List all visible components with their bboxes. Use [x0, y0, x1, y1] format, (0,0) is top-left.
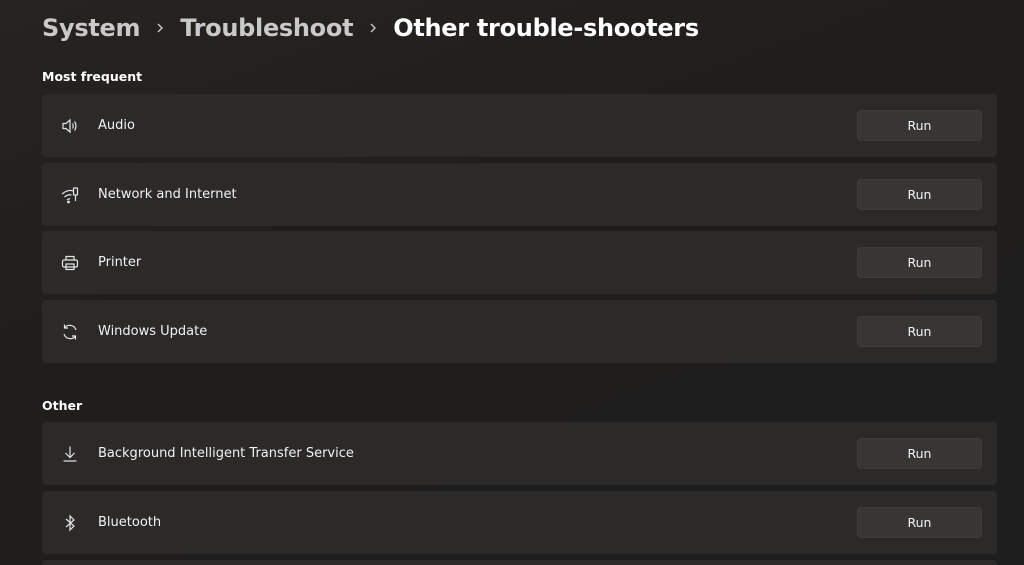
troubleshooter-row-bits: Background Intelligent Transfer Service … — [42, 422, 997, 485]
run-button-audio[interactable]: Run — [857, 110, 982, 141]
network-icon — [42, 185, 98, 205]
row-label: Background Intelligent Transfer Service — [98, 446, 354, 461]
run-button-network[interactable]: Run — [857, 179, 982, 210]
breadcrumb-system[interactable]: System — [42, 14, 140, 42]
printer-icon — [42, 253, 98, 273]
chevron-right-icon — [353, 22, 393, 34]
page-title: Other trouble-shooters — [393, 14, 699, 42]
row-label: Windows Update — [98, 324, 208, 339]
section-label-other: Other — [42, 398, 83, 413]
breadcrumb: System Troubleshoot Other trouble-shoote… — [42, 14, 699, 42]
section-label-most-frequent: Most frequent — [42, 69, 143, 84]
row-label: Network and Internet — [98, 187, 237, 202]
row-label: Printer — [98, 255, 142, 270]
run-button-printer[interactable]: Run — [857, 247, 982, 278]
speaker-icon — [42, 116, 98, 136]
breadcrumb-troubleshoot[interactable]: Troubleshoot — [180, 14, 353, 42]
run-button-bits[interactable]: Run — [857, 438, 982, 469]
troubleshooter-row-network: Network and Internet Run — [42, 163, 997, 226]
download-icon — [42, 444, 98, 464]
troubleshooter-row-bluetooth: Bluetooth Run — [42, 491, 997, 554]
sync-icon — [42, 322, 98, 342]
troubleshooter-row-windows-update: Windows Update Run — [42, 300, 997, 363]
troubleshooter-row-audio: Audio Run — [42, 94, 997, 157]
run-button-bluetooth[interactable]: Run — [857, 507, 982, 538]
run-button-windows-update[interactable]: Run — [857, 316, 982, 347]
chevron-right-icon — [140, 22, 180, 34]
troubleshooter-row-printer: Printer Run — [42, 231, 997, 294]
row-label: Audio — [98, 118, 135, 133]
bluetooth-icon — [42, 513, 98, 533]
row-label: Bluetooth — [98, 515, 162, 530]
troubleshooter-row-partial — [42, 560, 997, 565]
